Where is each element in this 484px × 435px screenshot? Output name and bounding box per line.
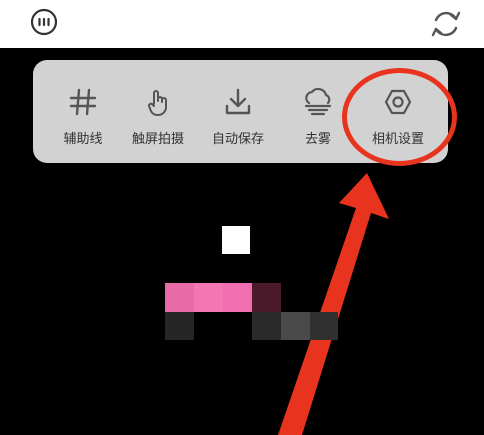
preview-mosaic-gray-3 bbox=[281, 312, 310, 340]
preview-mosaic-pink-3 bbox=[223, 283, 252, 312]
annotation-arrow bbox=[278, 173, 389, 435]
preview-mosaic-pink-2 bbox=[194, 283, 223, 312]
preview-mosaic-gray-2 bbox=[252, 312, 281, 340]
preview-mosaic-pink-1 bbox=[165, 283, 194, 312]
preview-mosaic-white bbox=[222, 226, 250, 254]
preview-mosaic-dark-red bbox=[252, 283, 281, 312]
preview-mosaic-gray-4 bbox=[310, 312, 338, 340]
preview-mosaic-gray-1 bbox=[165, 312, 194, 340]
